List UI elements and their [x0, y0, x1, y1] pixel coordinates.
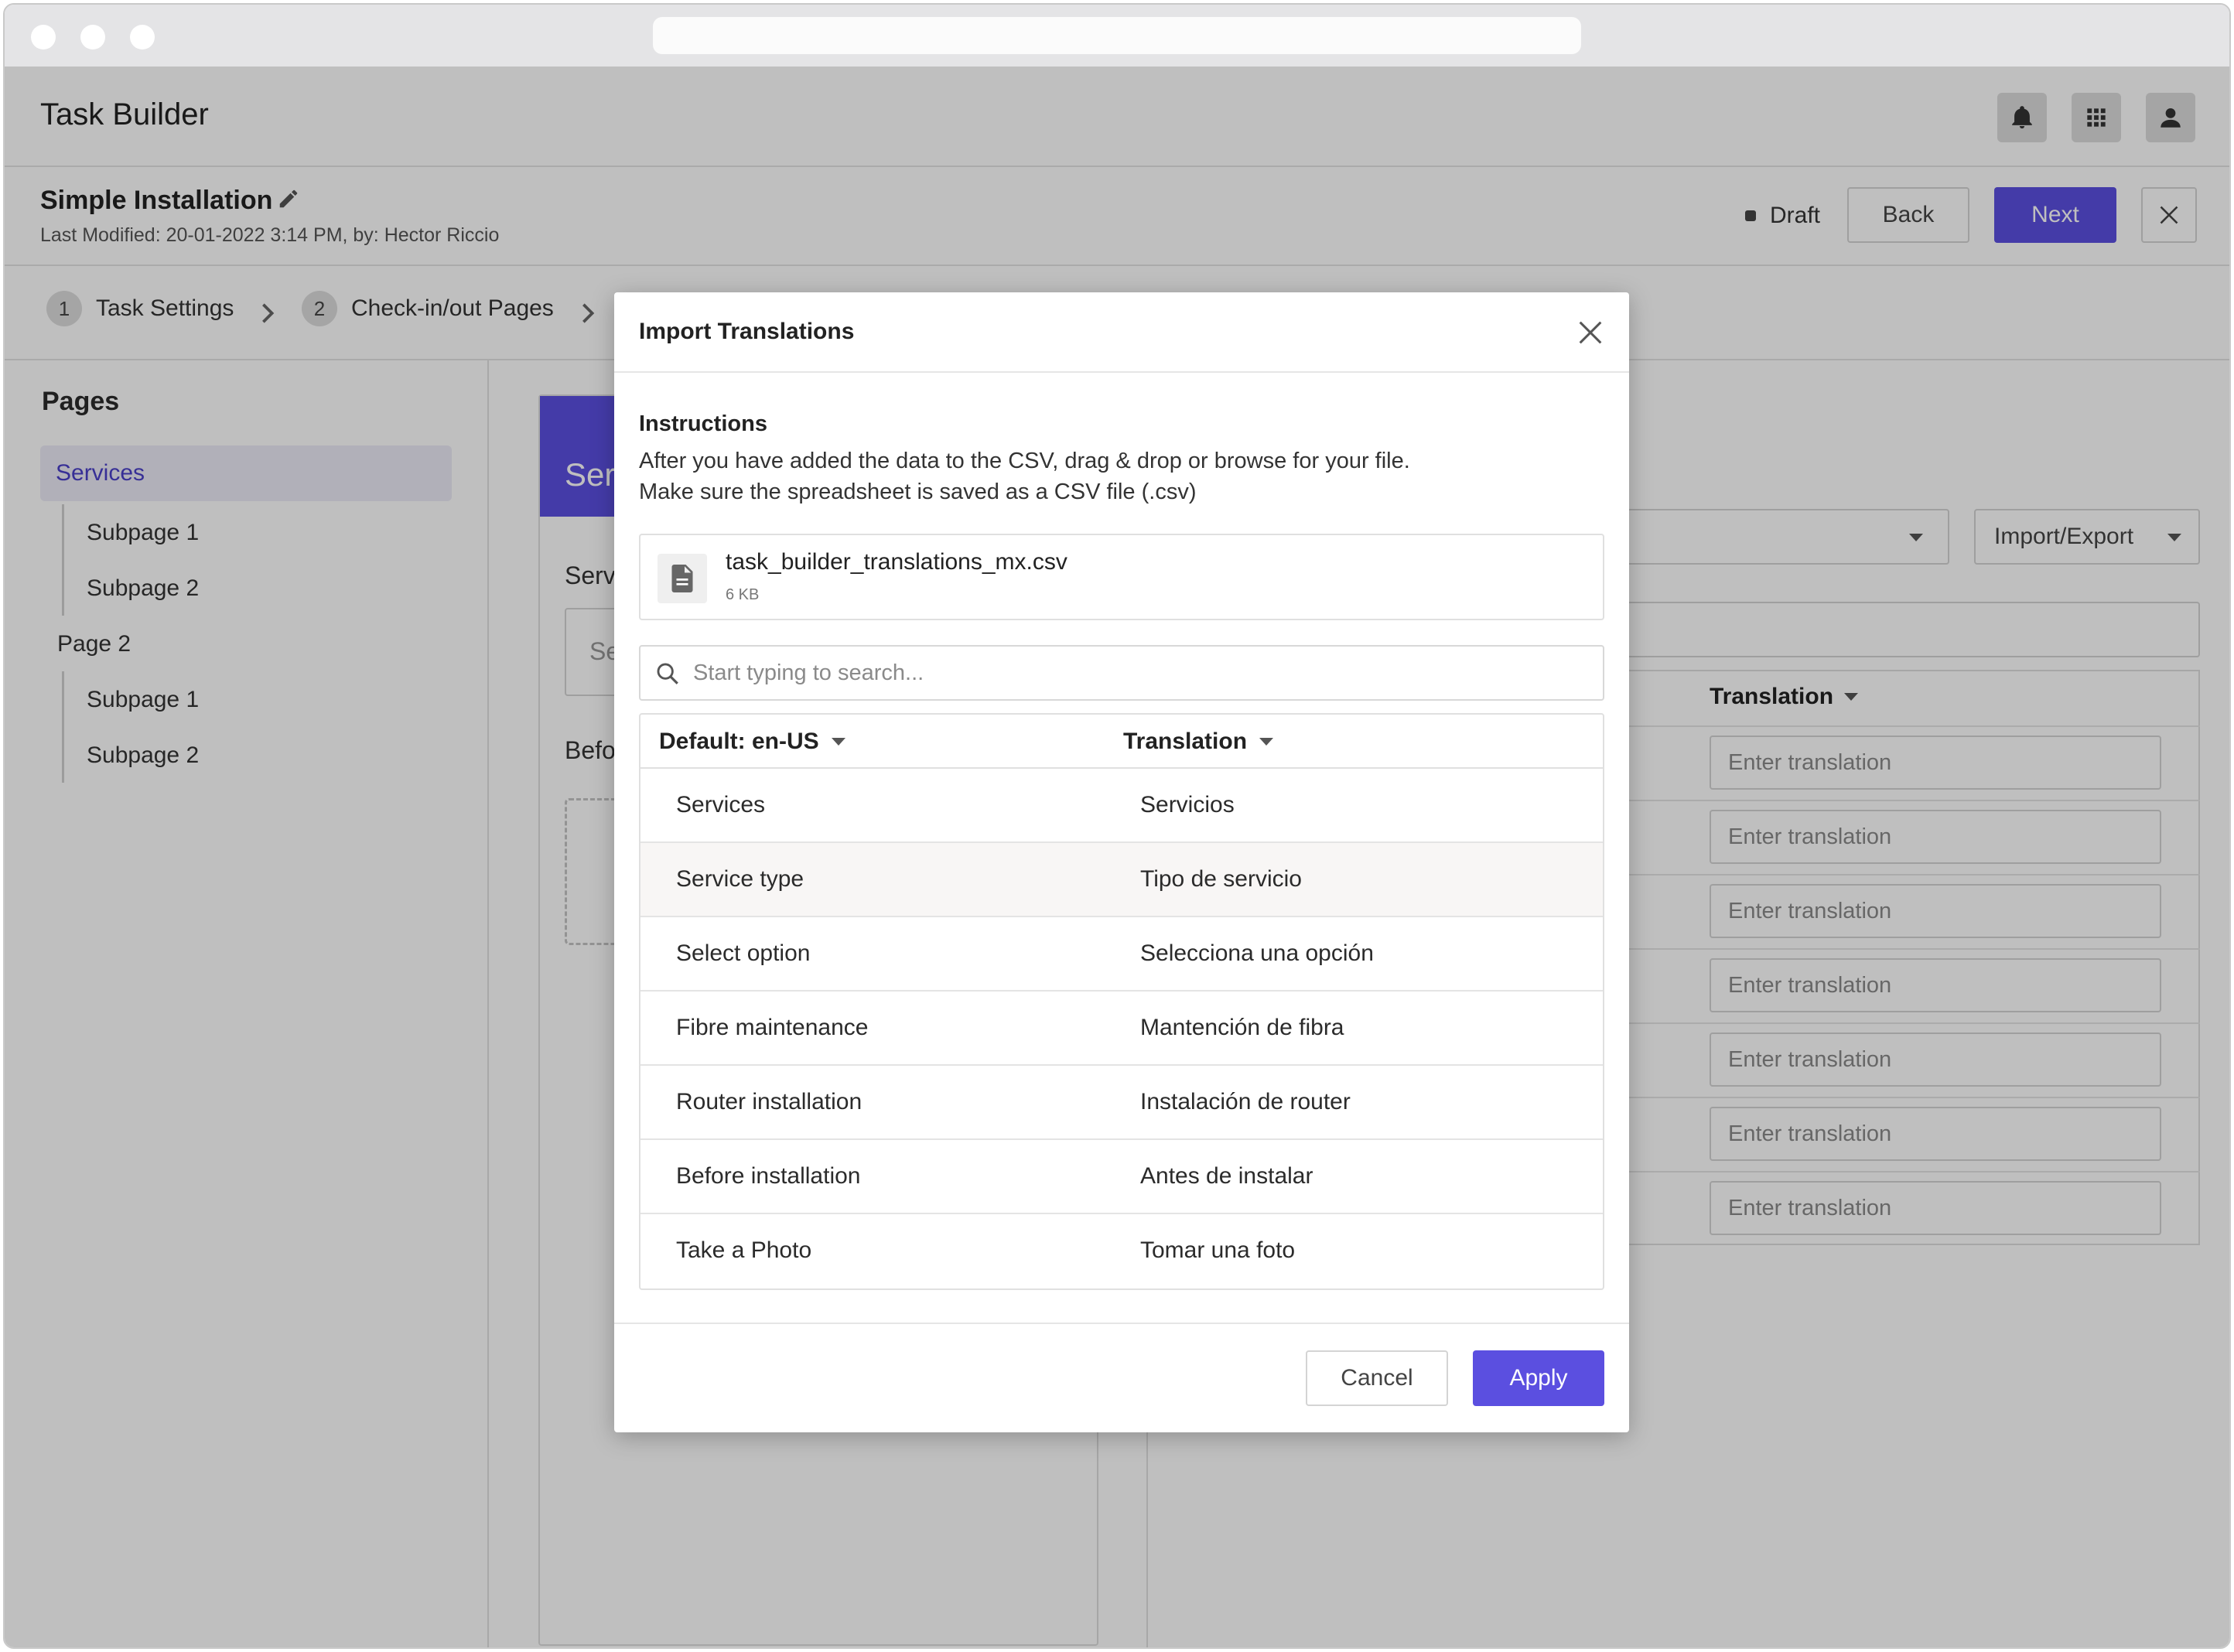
source-text: Before installation	[676, 1163, 861, 1189]
uploaded-file-card: task_builder_translations_mx.csv 6 KB	[639, 534, 1604, 620]
source-text: Router installation	[676, 1089, 863, 1114]
translated-text: Antes de instalar	[1140, 1163, 1313, 1189]
instructions-text: After you have added the data to the CSV…	[639, 449, 1410, 473]
window-minimize-dot[interactable]	[80, 25, 105, 49]
file-size: 6 KB	[726, 586, 760, 603]
source-text: Select option	[676, 940, 811, 966]
table-row[interactable]: Fibre maintenance Mantención de fibra	[640, 992, 1603, 1066]
browser-window: Task Builder Simple Installation Last Mo…	[3, 3, 2231, 1649]
caret-down-icon	[831, 738, 845, 746]
caret-down-icon	[1259, 738, 1274, 746]
instructions-title: Instructions	[639, 411, 767, 436]
translated-text: Instalación de router	[1140, 1089, 1351, 1114]
translation-column-header[interactable]: Translation	[1123, 729, 1274, 755]
browser-chrome	[5, 5, 2229, 67]
table-header: Default: en-US Translation	[640, 715, 1603, 769]
source-text: Service type	[676, 866, 804, 892]
import-translations-modal: Import Translations Instructions After y…	[614, 292, 1629, 1432]
translations-preview-table: Default: en-US Translation Services Serv…	[639, 713, 1604, 1290]
table-row[interactable]: Take a Photo Tomar una foto	[640, 1214, 1603, 1288]
file-name: task_builder_translations_mx.csv	[726, 549, 1067, 575]
modal-footer-divider	[614, 1323, 1629, 1324]
cancel-button[interactable]: Cancel	[1306, 1350, 1448, 1406]
source-text: Services	[676, 792, 766, 817]
table-row[interactable]: Services Servicios	[640, 769, 1603, 843]
search-input[interactable]	[692, 651, 1589, 695]
close-icon[interactable]	[1575, 317, 1606, 348]
search-field[interactable]	[639, 645, 1604, 701]
source-text: Take a Photo	[676, 1237, 812, 1263]
search-icon	[657, 663, 678, 684]
translated-text: Mantención de fibra	[1140, 1015, 1344, 1040]
translated-text: Tipo de servicio	[1140, 866, 1302, 892]
default-column-header[interactable]: Default: en-US	[659, 729, 845, 755]
translated-text: Tomar una foto	[1140, 1237, 1296, 1263]
file-icon	[658, 554, 707, 603]
translated-text: Servicios	[1140, 792, 1235, 817]
instructions-text: Make sure the spreadsheet is saved as a …	[639, 480, 1197, 504]
table-row[interactable]: Before installation Antes de instalar	[640, 1140, 1603, 1214]
apply-button[interactable]: Apply	[1473, 1350, 1604, 1406]
column-header-label: Default: en-US	[659, 729, 819, 754]
table-row[interactable]: Router installation Instalación de route…	[640, 1066, 1603, 1140]
source-text: Fibre maintenance	[676, 1015, 869, 1040]
table-row[interactable]: Service type Tipo de servicio	[640, 843, 1603, 917]
column-header-label: Translation	[1123, 729, 1248, 754]
table-row[interactable]: Select option Selecciona una opción	[640, 917, 1603, 992]
address-bar[interactable]	[653, 17, 1581, 54]
modal-header: Import Translations	[614, 292, 1629, 373]
window-maximize-dot[interactable]	[130, 25, 155, 49]
modal-title: Import Translations	[639, 319, 855, 344]
translated-text: Selecciona una opción	[1140, 940, 1374, 966]
window-close-dot[interactable]	[31, 25, 56, 49]
